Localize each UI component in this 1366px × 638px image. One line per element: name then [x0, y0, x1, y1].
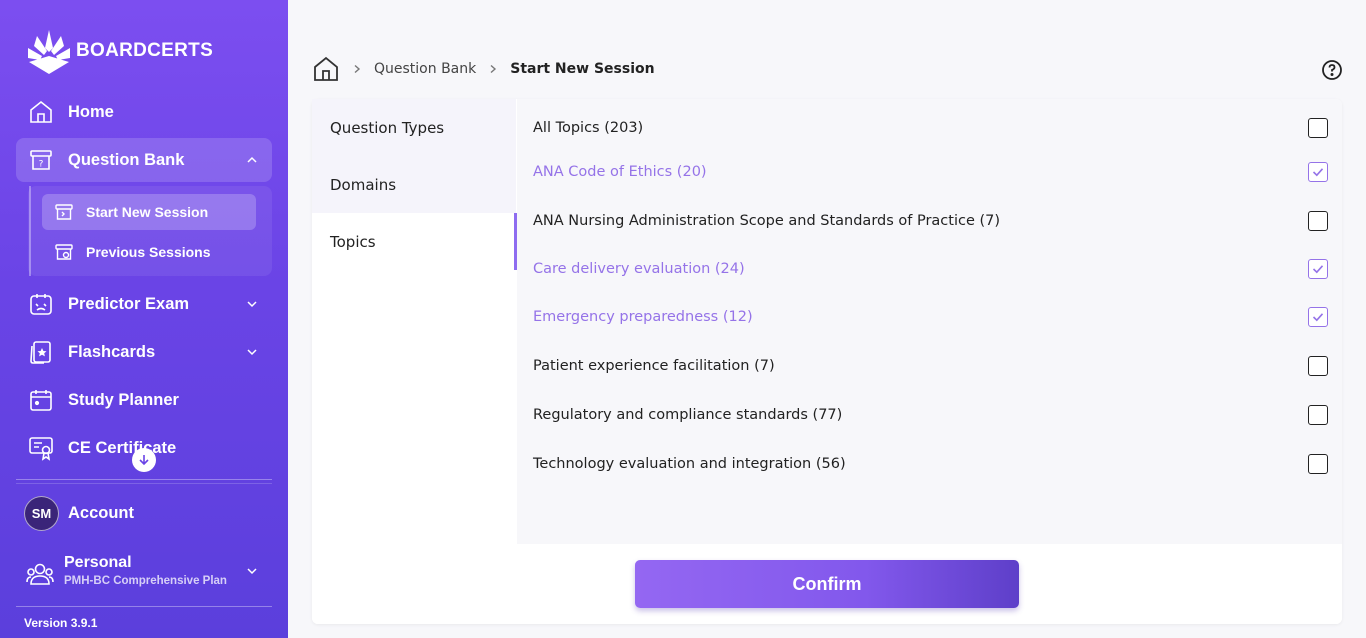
home-icon[interactable]: [312, 55, 340, 83]
brand-logo[interactable]: BOARDCERTS: [26, 26, 213, 76]
confirm-button[interactable]: Confirm: [635, 560, 1019, 608]
avatar[interactable]: SM: [24, 496, 59, 531]
topic-checkbox[interactable]: [1308, 162, 1328, 182]
sidebar-divider: [16, 479, 272, 480]
breadcrumb-current: Start New Session: [510, 61, 655, 77]
topic-row[interactable]: Regulatory and compliance standards (77): [533, 403, 1328, 427]
users-icon: [26, 563, 54, 585]
chevron-down-icon: [247, 568, 257, 575]
topic-checkbox[interactable]: [1308, 356, 1328, 376]
nav-home[interactable]: Home: [16, 90, 272, 134]
nav-flashcards-label: Flashcards: [68, 342, 156, 361]
topic-label: Regulatory and compliance standards (77): [533, 407, 843, 423]
nav-study-planner-label: Study Planner: [68, 390, 179, 409]
check-icon: [1312, 168, 1324, 177]
check-icon: [1312, 265, 1324, 274]
flashcards-icon: [27, 338, 55, 366]
topic-checkbox[interactable]: [1308, 307, 1328, 327]
boardcerts-logo-icon: [28, 30, 70, 74]
tab-domains[interactable]: Domains: [312, 156, 516, 213]
nav-flashcards[interactable]: Flashcards: [16, 330, 272, 374]
plan-subtitle: PMH-BC Comprehensive Plan: [64, 575, 227, 587]
session-panel: Question Types Domains Topics All Topics…: [312, 99, 1342, 624]
version-label: Version 3.9.1: [24, 616, 98, 630]
topic-row[interactable]: ANA Code of Ethics (20): [533, 160, 1328, 184]
topic-label: All Topics (203): [533, 120, 644, 136]
topic-row[interactable]: Technology evaluation and integration (5…: [533, 452, 1328, 476]
home-icon: [27, 98, 55, 126]
tab-question-types[interactable]: Question Types: [312, 99, 516, 156]
nav-study-planner[interactable]: Study Planner: [16, 378, 272, 422]
topic-checkbox[interactable]: [1308, 454, 1328, 474]
topic-checkbox[interactable]: [1308, 211, 1328, 231]
topic-label: ANA Nursing Administration Scope and Sta…: [533, 213, 1001, 229]
nav-question-bank[interactable]: ? Question Bank: [16, 138, 272, 182]
nav-question-bank-label: Question Bank: [68, 150, 185, 169]
nav-home-label: Home: [68, 102, 114, 121]
plan-selector[interactable]: Personal PMH-BC Comprehensive Plan: [26, 553, 272, 593]
certificate-icon: [27, 434, 55, 462]
topic-row[interactable]: All Topics (203): [533, 116, 1328, 140]
chevron-down-icon[interactable]: [246, 346, 258, 358]
arrow-down-icon: [139, 455, 149, 466]
svg-text:?: ?: [39, 160, 44, 170]
topic-label: Patient experience facilitation (7): [533, 358, 775, 374]
submenu-line: [29, 186, 31, 276]
sub-start-new-session[interactable]: Start New Session: [42, 194, 256, 230]
nav-ce-certificate-label: CE Certificate: [68, 438, 177, 457]
topic-checkbox[interactable]: [1308, 405, 1328, 425]
filter-tabs: Question Types Domains Topics: [312, 99, 516, 544]
topic-row[interactable]: Emergency preparedness (12): [533, 305, 1328, 329]
topic-row[interactable]: ANA Nursing Administration Scope and Sta…: [533, 209, 1328, 233]
check-icon: [1312, 313, 1324, 322]
breadcrumb: Question Bank Start New Session: [312, 55, 655, 83]
topic-row[interactable]: Care delivery evaluation (24): [533, 257, 1328, 281]
chevron-down-icon[interactable]: [246, 298, 258, 310]
topic-checkbox[interactable]: [1308, 259, 1328, 279]
sidebar-divider: [16, 606, 272, 607]
topic-row[interactable]: Patient experience facilitation (7): [533, 354, 1328, 378]
topic-label: Emergency preparedness (12): [533, 309, 753, 325]
topic-label: Care delivery evaluation (24): [533, 261, 745, 277]
tab-topics[interactable]: Topics: [312, 213, 516, 270]
question-bank-icon: ?: [27, 146, 55, 174]
topic-list: All Topics (203) ANA Code of Ethics (20)…: [517, 99, 1342, 544]
previous-sessions-icon: [54, 242, 74, 262]
predictor-exam-icon: [27, 290, 55, 318]
chevron-right-icon: [490, 64, 497, 74]
nav-predictor-exam-label: Predictor Exam: [68, 294, 190, 313]
chevron-right-icon: [354, 64, 361, 74]
sub-start-new-session-label: Start New Session: [86, 204, 209, 220]
breadcrumb-question-bank[interactable]: Question Bank: [374, 61, 476, 77]
panel-footer: Confirm: [312, 544, 1342, 624]
nav-predictor-exam[interactable]: Predictor Exam: [16, 282, 272, 326]
topic-checkbox[interactable]: [1308, 118, 1328, 138]
help-icon[interactable]: [1321, 59, 1343, 81]
account-label[interactable]: Account: [68, 504, 134, 523]
scroll-down-button[interactable]: [132, 448, 156, 472]
topic-label: ANA Code of Ethics (20): [533, 164, 707, 180]
topic-label: Technology evaluation and integration (5…: [533, 456, 846, 472]
chevron-up-icon[interactable]: [246, 154, 258, 166]
start-session-icon: [54, 202, 74, 222]
sub-previous-sessions[interactable]: Previous Sessions: [42, 234, 256, 270]
sub-previous-sessions-label: Previous Sessions: [86, 244, 211, 260]
brand-name: BOARDCERTS: [76, 40, 214, 61]
plan-title: Personal: [64, 554, 132, 571]
calendar-icon: [27, 386, 55, 414]
sidebar: BOARDCERTS Home ? Question Bank Start Ne…: [0, 0, 288, 638]
sidebar-divider: [16, 483, 272, 484]
